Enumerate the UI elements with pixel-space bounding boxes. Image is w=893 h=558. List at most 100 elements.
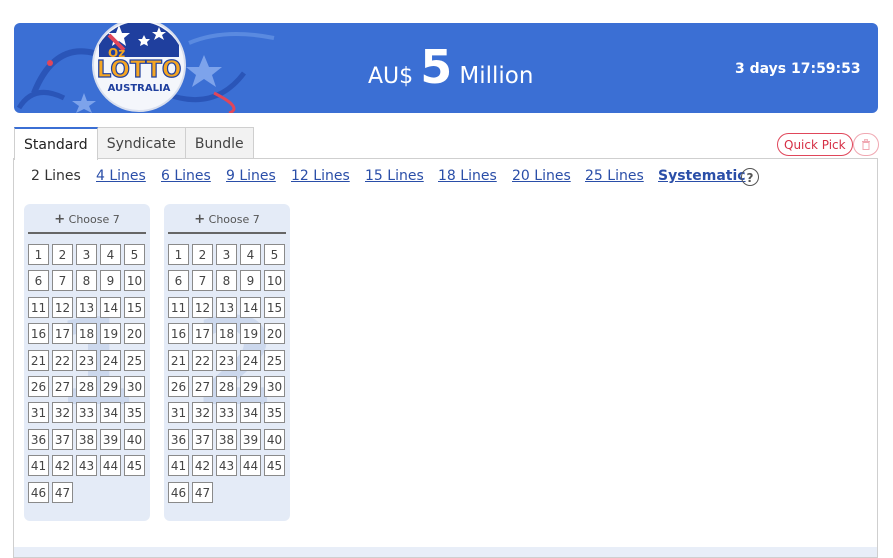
lines-option-18[interactable]: 18 Lines [438, 168, 497, 184]
number-cell-22[interactable]: 22 [52, 349, 73, 371]
number-cell-13[interactable]: 13 [76, 296, 97, 318]
number-cell-45[interactable]: 45 [264, 455, 285, 477]
number-cell-28[interactable]: 28 [216, 376, 237, 397]
number-cell-22[interactable]: 22 [192, 349, 213, 371]
number-cell-42[interactable]: 42 [192, 455, 213, 477]
number-cell-13[interactable]: 13 [216, 296, 237, 318]
help-icon[interactable]: ? [741, 168, 759, 186]
lines-option-2[interactable]: 2 Lines [31, 168, 81, 184]
number-cell-30[interactable]: 30 [264, 376, 285, 397]
number-cell-6[interactable]: 6 [168, 270, 189, 292]
delete-button[interactable] [853, 133, 879, 156]
number-cell-2[interactable]: 2 [192, 244, 213, 265]
number-cell-41[interactable]: 41 [168, 455, 189, 477]
number-cell-29[interactable]: 29 [100, 376, 121, 397]
number-cell-15[interactable]: 15 [124, 296, 145, 318]
number-cell-43[interactable]: 43 [216, 455, 237, 477]
number-cell-21[interactable]: 21 [168, 349, 189, 371]
number-cell-5[interactable]: 5 [264, 244, 285, 265]
number-cell-31[interactable]: 31 [168, 402, 189, 424]
number-cell-21[interactable]: 21 [28, 349, 49, 371]
number-cell-38[interactable]: 38 [76, 428, 97, 450]
number-cell-12[interactable]: 12 [192, 296, 213, 318]
number-cell-26[interactable]: 26 [28, 376, 49, 397]
number-cell-42[interactable]: 42 [52, 455, 73, 477]
number-cell-40[interactable]: 40 [264, 428, 285, 450]
number-cell-44[interactable]: 44 [240, 455, 261, 477]
quick-pick-button[interactable]: Quick Pick [777, 133, 853, 156]
number-cell-9[interactable]: 9 [240, 270, 261, 292]
lines-option-9[interactable]: 9 Lines [226, 168, 276, 184]
number-cell-26[interactable]: 26 [168, 376, 189, 397]
number-cell-9[interactable]: 9 [100, 270, 121, 292]
number-cell-34[interactable]: 34 [100, 402, 121, 424]
number-cell-8[interactable]: 8 [76, 270, 97, 292]
lines-option-systematic[interactable]: Systematic [658, 168, 746, 184]
number-cell-28[interactable]: 28 [76, 376, 97, 397]
number-cell-11[interactable]: 11 [28, 296, 49, 318]
number-cell-4[interactable]: 4 [240, 244, 261, 265]
tab-bundle[interactable]: Bundle [185, 127, 254, 159]
number-cell-31[interactable]: 31 [28, 402, 49, 424]
number-cell-37[interactable]: 37 [192, 428, 213, 450]
number-cell-3[interactable]: 3 [76, 244, 97, 265]
number-cell-43[interactable]: 43 [76, 455, 97, 477]
number-cell-36[interactable]: 36 [28, 428, 49, 450]
number-cell-32[interactable]: 32 [52, 402, 73, 424]
number-cell-2[interactable]: 2 [52, 244, 73, 265]
lines-option-15[interactable]: 15 Lines [365, 168, 424, 184]
number-cell-35[interactable]: 35 [264, 402, 285, 424]
number-cell-19[interactable]: 19 [100, 323, 121, 345]
lines-option-20[interactable]: 20 Lines [512, 168, 571, 184]
number-cell-37[interactable]: 37 [52, 428, 73, 450]
number-cell-20[interactable]: 20 [264, 323, 285, 345]
number-cell-10[interactable]: 10 [124, 270, 145, 292]
number-cell-32[interactable]: 32 [192, 402, 213, 424]
number-cell-3[interactable]: 3 [216, 244, 237, 265]
number-cell-8[interactable]: 8 [216, 270, 237, 292]
number-cell-16[interactable]: 16 [168, 323, 189, 345]
number-cell-19[interactable]: 19 [240, 323, 261, 345]
number-cell-46[interactable]: 46 [28, 481, 49, 503]
choose-numbers-header[interactable]: + Choose 7 [168, 212, 286, 234]
number-cell-12[interactable]: 12 [52, 296, 73, 318]
number-cell-23[interactable]: 23 [216, 349, 237, 371]
number-cell-30[interactable]: 30 [124, 376, 145, 397]
number-cell-27[interactable]: 27 [192, 376, 213, 397]
number-cell-33[interactable]: 33 [216, 402, 237, 424]
lines-option-4[interactable]: 4 Lines [96, 168, 146, 184]
number-cell-1[interactable]: 1 [28, 244, 49, 265]
number-cell-39[interactable]: 39 [240, 428, 261, 450]
number-cell-10[interactable]: 10 [264, 270, 285, 292]
number-cell-38[interactable]: 38 [216, 428, 237, 450]
number-cell-7[interactable]: 7 [52, 270, 73, 292]
number-cell-34[interactable]: 34 [240, 402, 261, 424]
lines-option-12[interactable]: 12 Lines [291, 168, 350, 184]
number-cell-4[interactable]: 4 [100, 244, 121, 265]
number-cell-47[interactable]: 47 [192, 481, 213, 503]
number-cell-17[interactable]: 17 [192, 323, 213, 345]
number-cell-35[interactable]: 35 [124, 402, 145, 424]
number-cell-16[interactable]: 16 [28, 323, 49, 345]
number-cell-46[interactable]: 46 [168, 481, 189, 503]
number-cell-24[interactable]: 24 [100, 349, 121, 371]
number-cell-5[interactable]: 5 [124, 244, 145, 265]
number-cell-44[interactable]: 44 [100, 455, 121, 477]
number-cell-29[interactable]: 29 [240, 376, 261, 397]
number-cell-18[interactable]: 18 [76, 323, 97, 345]
number-cell-36[interactable]: 36 [168, 428, 189, 450]
number-cell-33[interactable]: 33 [76, 402, 97, 424]
number-cell-40[interactable]: 40 [124, 428, 145, 450]
choose-numbers-header[interactable]: + Choose 7 [28, 212, 146, 234]
number-cell-11[interactable]: 11 [168, 296, 189, 318]
number-cell-27[interactable]: 27 [52, 376, 73, 397]
tab-standard[interactable]: Standard [14, 127, 98, 160]
number-cell-17[interactable]: 17 [52, 323, 73, 345]
number-cell-14[interactable]: 14 [100, 296, 121, 318]
number-cell-45[interactable]: 45 [124, 455, 145, 477]
number-cell-41[interactable]: 41 [28, 455, 49, 477]
number-cell-14[interactable]: 14 [240, 296, 261, 318]
number-cell-15[interactable]: 15 [264, 296, 285, 318]
number-cell-20[interactable]: 20 [124, 323, 145, 345]
number-cell-47[interactable]: 47 [52, 481, 73, 503]
